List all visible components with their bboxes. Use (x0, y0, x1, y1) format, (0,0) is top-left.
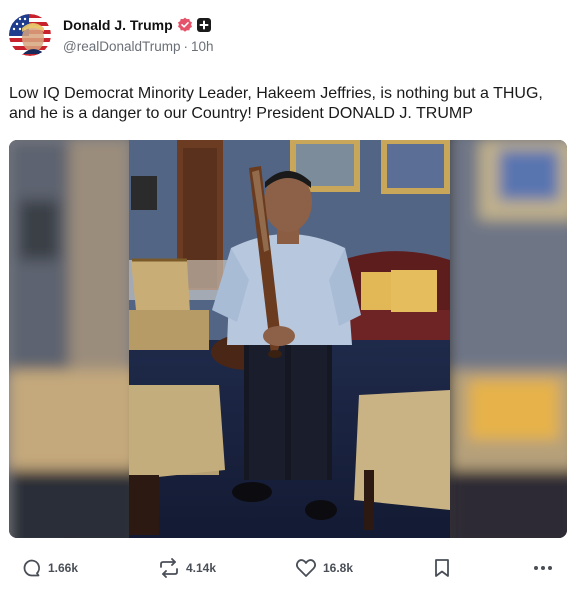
post-image[interactable] (9, 140, 567, 538)
post-actions: 1.66k 4.14k 16.8k (0, 555, 577, 585)
separator-dot: · (183, 39, 189, 54)
photo-illustration (9, 140, 567, 538)
repost-button[interactable]: 4.14k (158, 558, 216, 578)
post-timestamp[interactable]: 10h (191, 39, 214, 54)
repost-icon (158, 558, 180, 578)
post-text: Low IQ Democrat Minority Leader, Hakeem … (9, 85, 543, 122)
post-card: Donald J. Trump @realDonaldTrump · 10h L… (0, 0, 577, 597)
plus-badge-icon (196, 18, 211, 32)
author-name-row: Donald J. Trump (63, 15, 211, 35)
more-icon (532, 558, 554, 578)
author-handle-row: @realDonaldTrump · 10h (63, 39, 214, 54)
bookmark-button[interactable] (433, 558, 451, 578)
reply-count: 1.66k (48, 561, 79, 575)
author-handle[interactable]: @realDonaldTrump (63, 39, 181, 54)
avatar-image (9, 14, 51, 56)
repost-count: 4.14k (186, 561, 217, 575)
more-options-button[interactable] (532, 558, 554, 578)
author-display-name[interactable]: Donald J. Trump (63, 17, 173, 33)
reply-button[interactable]: 1.66k (22, 558, 78, 578)
like-button[interactable]: 16.8k (295, 558, 353, 578)
heart-icon (295, 558, 317, 578)
verified-badge-icon (177, 17, 193, 33)
avatar[interactable] (9, 14, 51, 56)
bookmark-icon (433, 558, 451, 578)
like-count: 16.8k (323, 561, 354, 575)
reply-icon (22, 558, 42, 578)
